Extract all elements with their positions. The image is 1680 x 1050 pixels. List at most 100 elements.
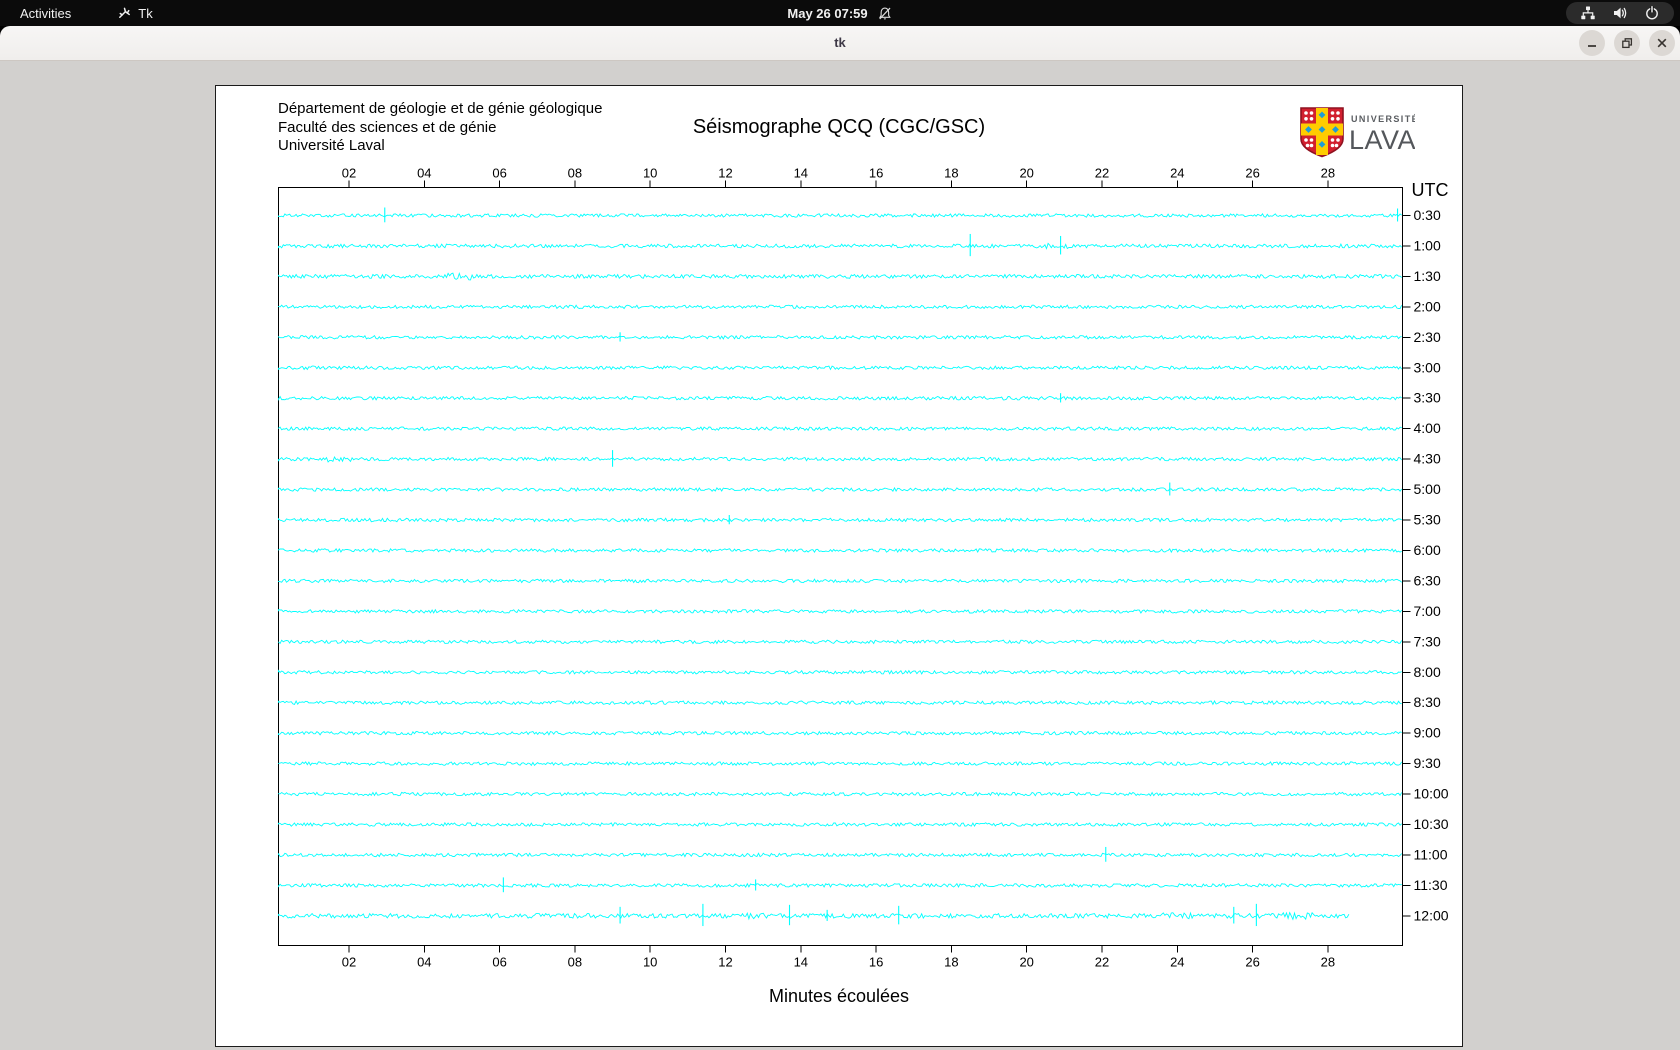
utc-time-label: 9:00 <box>1414 725 1441 741</box>
tk-icon <box>119 7 131 18</box>
chart-title: Séismographe QCQ (CGC/GSC) <box>692 116 986 138</box>
x-tick-label-top: 08 <box>568 166 582 181</box>
seismogram-trace <box>278 271 1402 281</box>
utc-time-label: 7:30 <box>1414 633 1441 649</box>
x-tick-label-top: 20 <box>1019 166 1033 181</box>
utc-time-label: 6:30 <box>1414 572 1441 588</box>
seismogram-trace <box>278 334 1402 340</box>
utc-time-label: 11:00 <box>1414 846 1448 862</box>
seismogram-trace <box>278 455 1403 463</box>
x-tick-label-top: 18 <box>944 166 958 181</box>
plot-frame <box>278 187 1403 946</box>
org-line-3: Université Laval <box>278 137 385 154</box>
x-tick-label-bottom: 20 <box>1019 955 1033 970</box>
utc-time-label: 0:30 <box>1414 207 1441 223</box>
seismogram-trace <box>278 699 1402 706</box>
utc-time-label: 2:00 <box>1414 298 1441 314</box>
x-tick-label-bottom: 22 <box>1095 955 1109 970</box>
utc-time-label: 1:00 <box>1414 237 1441 253</box>
seismogram-trace <box>278 426 1402 432</box>
x-tick-label-top: 16 <box>869 166 883 181</box>
x-axis-title: Minutes écoulées <box>768 986 910 1006</box>
x-tick-label-bottom: 04 <box>417 955 431 970</box>
minimize-button[interactable] <box>1579 30 1605 56</box>
x-tick-label-bottom: 10 <box>643 955 657 970</box>
laval-logo: UNIVERSITÉ LAVAL <box>1300 107 1415 158</box>
utc-time-label: 7:00 <box>1414 603 1441 619</box>
tk-app-label: Tk <box>138 5 153 21</box>
utc-time-label: 8:00 <box>1414 664 1441 680</box>
seismogram-trace <box>278 578 1402 584</box>
seismogram-trace <box>278 882 1402 889</box>
utc-time-label: 5:30 <box>1414 512 1441 528</box>
x-tick-label-top: 22 <box>1095 166 1109 181</box>
seismogram-trace <box>278 608 1403 614</box>
seismogram-trace <box>278 911 1350 921</box>
seismogram-trace <box>278 365 1403 371</box>
activities-button[interactable]: Activities <box>8 0 83 26</box>
x-tick-label-top: 14 <box>794 166 808 181</box>
maximize-button[interactable] <box>1614 30 1640 56</box>
gnome-top-bar: Activities Tk May 26 07:59 <box>0 0 1680 26</box>
utc-time-label: 11:30 <box>1414 877 1448 893</box>
seismograph-page: Département de géologie et de génie géol… <box>215 85 1463 1047</box>
utc-time-label: 4:30 <box>1414 451 1441 467</box>
seismogram-trace <box>278 547 1402 554</box>
utc-time-label: 5:00 <box>1414 481 1441 497</box>
minimize-icon <box>1588 45 1596 47</box>
x-tick-label-top: 06 <box>492 166 506 181</box>
seismogram-trace <box>278 791 1403 797</box>
x-tick-label-bottom: 14 <box>794 955 808 970</box>
seismogram-trace <box>278 486 1403 493</box>
x-tick-label-top: 26 <box>1245 166 1259 181</box>
system-tray[interactable] <box>1566 2 1674 24</box>
x-tick-label-bottom: 08 <box>568 955 582 970</box>
utc-time-label: 4:00 <box>1414 420 1441 436</box>
seismogram-trace <box>278 517 1402 523</box>
maximize-icon <box>1622 38 1633 49</box>
x-tick-label-bottom: 28 <box>1321 955 1335 970</box>
seismogram-chart: 02 02 04 04 06 06 08 08 10 10 12 12 14 14 16 16 18 18 20 20… <box>278 166 1449 970</box>
utc-time-label: 10:00 <box>1414 786 1449 802</box>
utc-time-label: 2:30 <box>1414 329 1441 345</box>
x-tick-label-bottom: 12 <box>718 955 732 970</box>
window-controls <box>1579 30 1675 56</box>
tk-window: tk Département de géologie et de génie g… <box>0 26 1680 1050</box>
x-tick-label-bottom: 06 <box>492 955 506 970</box>
utc-time-label: 6:00 <box>1414 542 1441 558</box>
logo-text-laval: LAVAL <box>1349 125 1415 155</box>
x-tick-label-bottom: 02 <box>342 955 356 970</box>
x-tick-label-top: 28 <box>1321 166 1335 181</box>
clock-label: May 26 07:59 <box>787 5 868 21</box>
utc-time-label: 9:30 <box>1414 755 1441 771</box>
seismogram-trace <box>278 730 1402 736</box>
x-tick-label-bottom: 18 <box>944 955 958 970</box>
seismogram-trace <box>278 242 1403 250</box>
window-content: Département de géologie et de génie géol… <box>0 61 1680 1050</box>
close-button[interactable] <box>1649 30 1675 56</box>
utc-time-label: 8:30 <box>1414 694 1441 710</box>
utc-time-label: 3:00 <box>1414 359 1441 375</box>
desktop: Activities Tk May 26 07:59 tk Départemen… <box>0 0 1680 1050</box>
logo-text-universite: UNIVERSITÉ <box>1351 114 1415 124</box>
utc-time-label: 1:30 <box>1414 268 1441 284</box>
notifications-muted-icon <box>879 6 891 19</box>
power-icon <box>1646 6 1658 20</box>
close-icon <box>1657 38 1667 48</box>
x-tick-label-bottom: 16 <box>869 955 883 970</box>
x-tick-label-top: 12 <box>718 166 732 181</box>
seismogram-trace <box>278 395 1402 401</box>
network-icon <box>1581 6 1595 20</box>
window-titlebar[interactable]: tk <box>0 26 1680 61</box>
tk-app-indicator[interactable]: Tk <box>109 0 160 26</box>
seismogram-trace <box>278 639 1403 645</box>
x-tick-label-top: 04 <box>417 166 431 181</box>
seismogram-trace <box>278 852 1403 858</box>
x-tick-label-top: 02 <box>342 166 356 181</box>
clock-button[interactable]: May 26 07:59 <box>781 0 898 26</box>
x-tick-label-top: 10 <box>643 166 657 181</box>
utc-time-label: 3:30 <box>1414 390 1441 406</box>
volume-icon <box>1614 7 1627 19</box>
seismogram-trace <box>278 669 1402 675</box>
seismogram-trace <box>278 212 1402 218</box>
